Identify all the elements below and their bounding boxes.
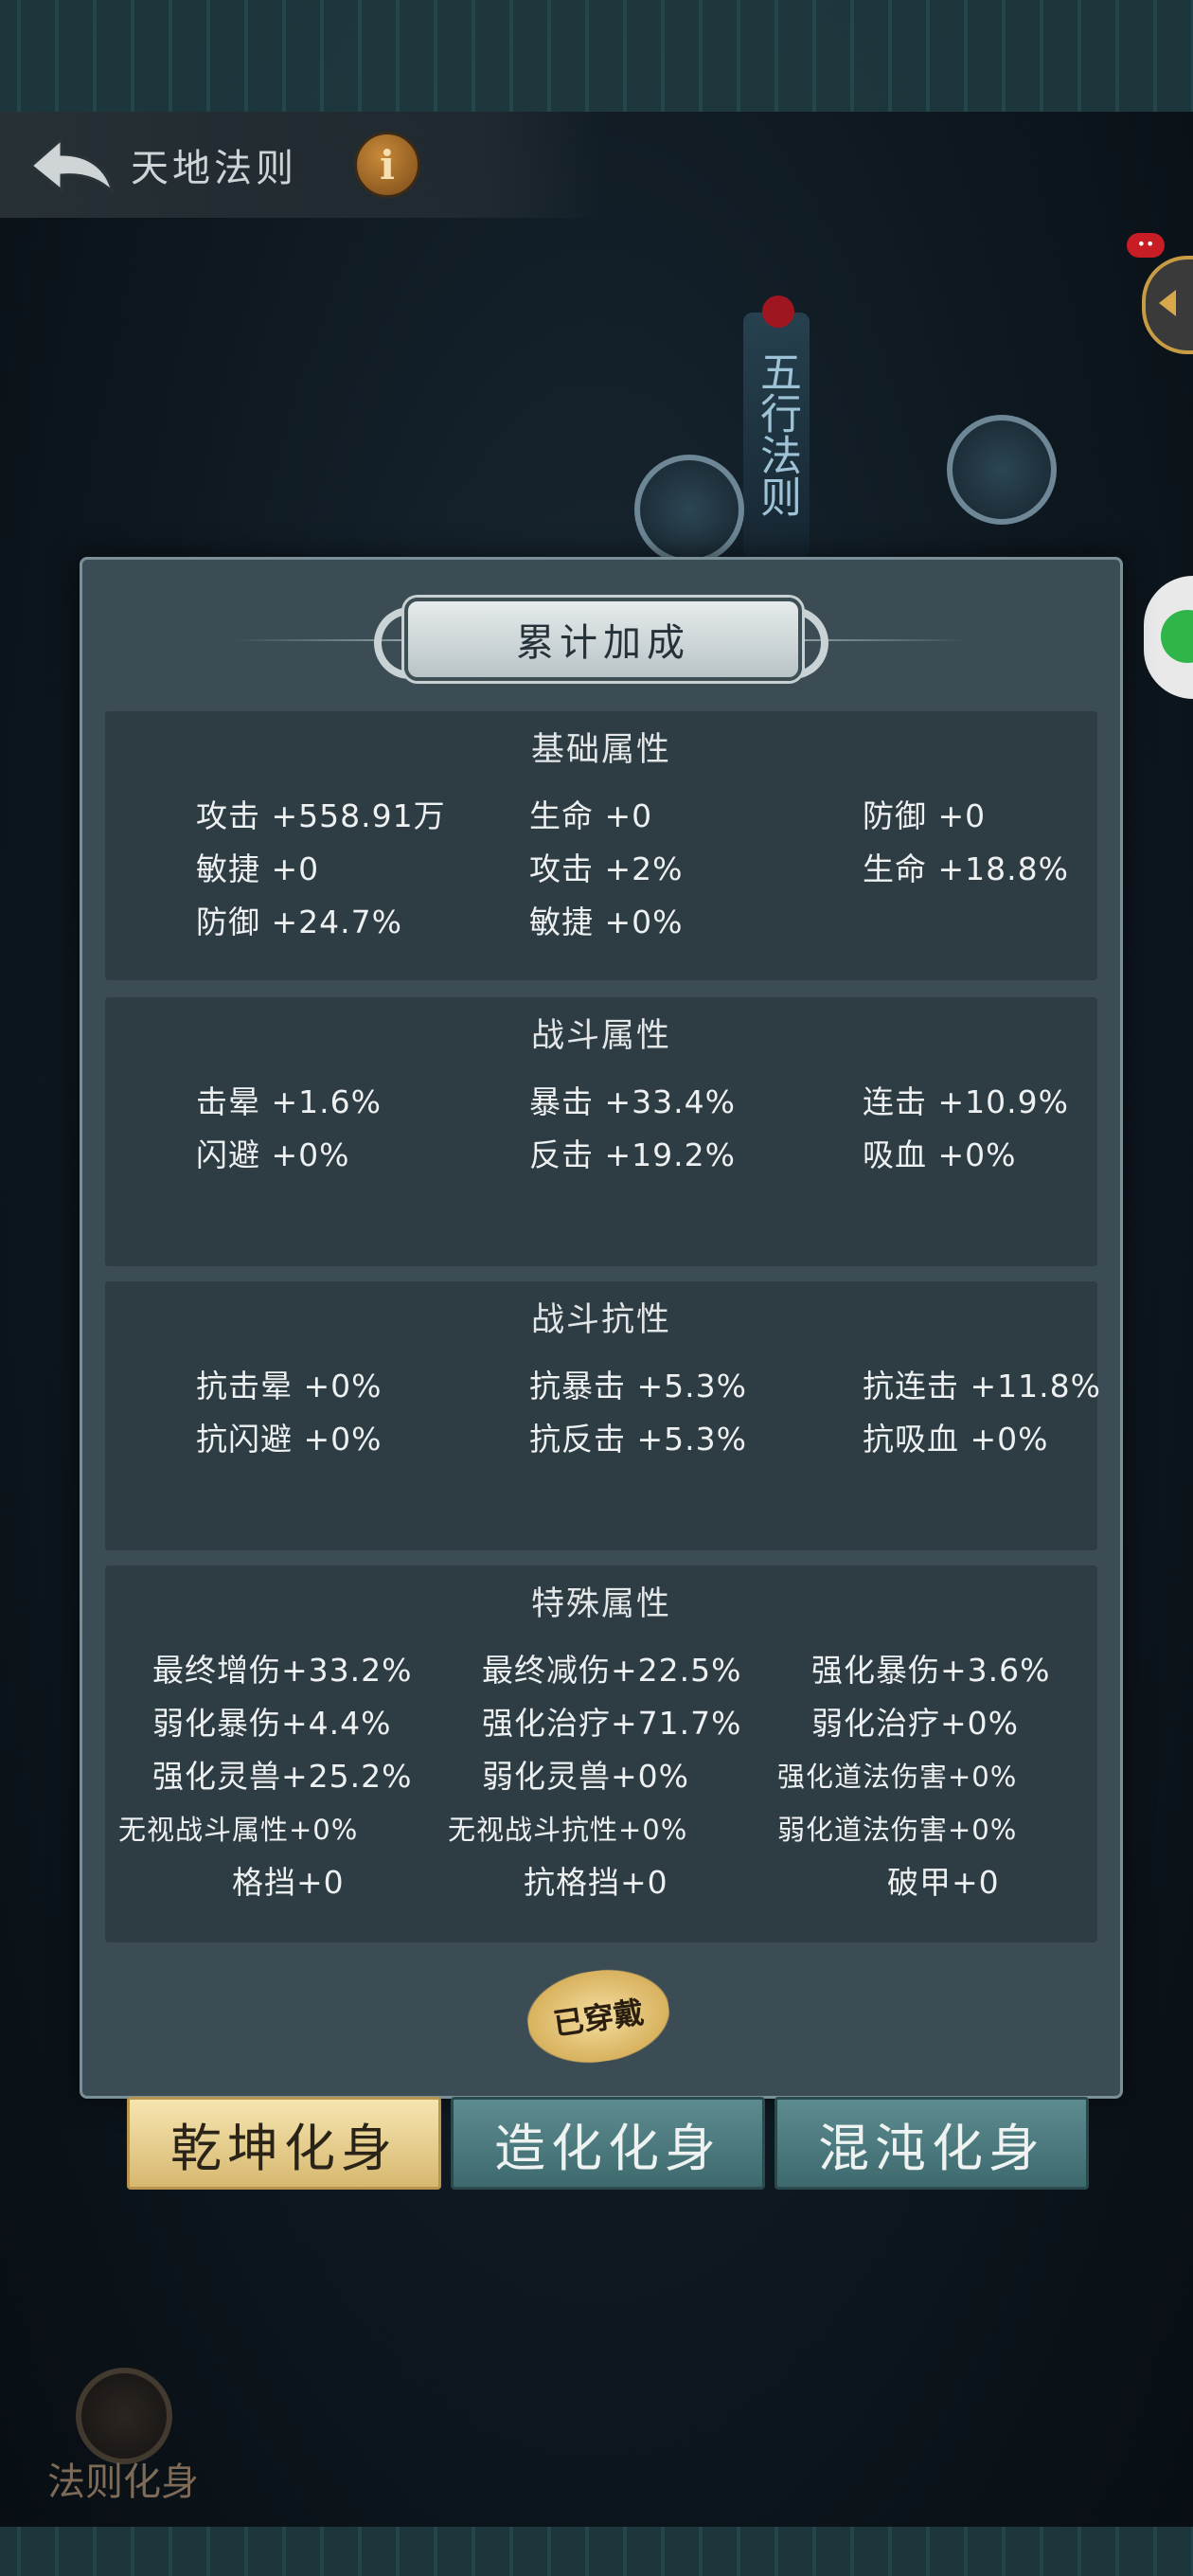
stat-value: 无视战斗抗性+0% [448,1814,688,1846]
section-title: 基础属性 [530,731,671,769]
stat-value: 敏捷 +0 [196,850,320,887]
stat-value: 强化治疗+71.7% [482,1705,742,1742]
nav-label: 法则化身 [47,2460,199,2504]
wuxing-label: 五行法则 [753,350,801,517]
stat-value: 弱化暴伤+4.4% [152,1705,392,1742]
emblem-icon [76,2368,172,2464]
bottom-decor-band [0,2527,1193,2576]
tab-zaohua[interactable]: 造化化身 [451,2097,765,2190]
notification-badge: •• [1127,233,1165,258]
stat-value: 吸血 +0% [863,1136,1017,1173]
stat-value: 暴击 +33.4% [529,1083,736,1120]
stat-value: 强化道法伤害+0% [777,1761,1018,1793]
stat-value: 无视战斗属性+0% [118,1814,359,1846]
section-basic: 基础属性 攻击 +558.91万 生命 +0 防御 +0 敏捷 +0 攻击 +2… [105,711,1097,980]
tab-hundun[interactable]: 混沌化身 [775,2097,1089,2190]
stat-value: 抗格挡+0 [524,1864,668,1901]
stat-value: 弱化道法伤害+0% [777,1814,1018,1846]
stat-value: 弱化灵兽+0% [482,1758,690,1795]
stat-value: 抗暴击 +5.3% [529,1368,747,1404]
panel-title-plate: 累计加成 [404,598,802,681]
stat-value: 连击 +10.9% [863,1083,1069,1120]
section-special: 特殊属性 最终增伤+33.2% 最终减伤+22.5% 强化暴伤+3.6% 弱化暴… [105,1565,1097,1942]
stat-value: 最终减伤+22.5% [482,1652,742,1689]
stat-value: 击晕 +1.6% [196,1083,382,1120]
stat-value: 攻击 +558.91万 [196,797,446,834]
back-button[interactable] [19,117,123,212]
bg-node-icon [634,455,744,564]
page-title: 天地法则 [131,147,297,190]
nav-law-avatar[interactable]: 法则化身 [28,2368,218,2504]
stat-value: 闪避 +0% [196,1136,350,1173]
tab-qiankun[interactable]: 乾坤化身 [127,2097,441,2190]
chat-button[interactable] [1144,576,1193,699]
stat-value: 生命 +0 [529,797,653,834]
stat-value: 防御 +24.7% [196,903,402,940]
panel-title: 累计加成 [516,621,690,665]
stat-value: 反击 +19.2% [529,1136,736,1173]
header-bar: 天地法则 i [0,112,606,218]
stat-value: 防御 +0 [863,797,987,834]
stat-value: 生命 +18.8% [863,850,1069,887]
chat-icon [1161,610,1193,663]
notification-dot [762,295,794,328]
stat-value: 格挡+0 [232,1864,345,1901]
panel-title-bar: 累计加成 [82,594,1120,692]
bg-node-icon [947,415,1057,525]
wuxing-tab[interactable]: 五行法则 [743,295,810,559]
stat-value: 强化暴伤+3.6% [811,1652,1051,1689]
info-button[interactable]: i [354,132,420,198]
avatar-tabs: 乾坤化身 造化化身 混沌化身 [127,2097,1089,2190]
stat-value: 最终增伤+33.2% [152,1652,413,1689]
side-expand-button[interactable] [1142,256,1193,354]
section-title: 战斗属性 [530,1017,671,1055]
stat-value: 破甲+0 [887,1864,1000,1901]
top-decor-band [0,0,1193,112]
stat-value: 攻击 +2% [529,850,684,887]
stat-value: 抗击晕 +0% [196,1368,383,1404]
stat-value: 敏捷 +0% [529,903,684,940]
stat-value: 抗连击 +11.8% [863,1368,1101,1404]
bonus-panel: 累计加成 基础属性 攻击 +558.91万 生命 +0 防御 +0 敏捷 +0 … [80,557,1123,2099]
section-resist: 战斗抗性 抗击晕 +0% 抗暴击 +5.3% 抗连击 +11.8% 抗闪避 +0… [105,1281,1100,1550]
stat-value: 抗反击 +5.3% [529,1421,747,1458]
section-title: 战斗抗性 [530,1301,671,1339]
stat-value: 抗吸血 +0% [863,1421,1049,1458]
stat-value: 弱化治疗+0% [811,1705,1020,1742]
section-combat: 战斗属性 击晕 +1.6% 暴击 +33.4% 连击 +10.9% 闪避 +0%… [105,997,1097,1266]
back-arrow-icon [28,135,116,197]
stat-value: 抗闪避 +0% [196,1421,383,1458]
worn-badge: 已穿戴 [522,1961,675,2071]
stat-value: 强化灵兽+25.2% [152,1758,413,1795]
section-title: 特殊属性 [530,1585,671,1623]
